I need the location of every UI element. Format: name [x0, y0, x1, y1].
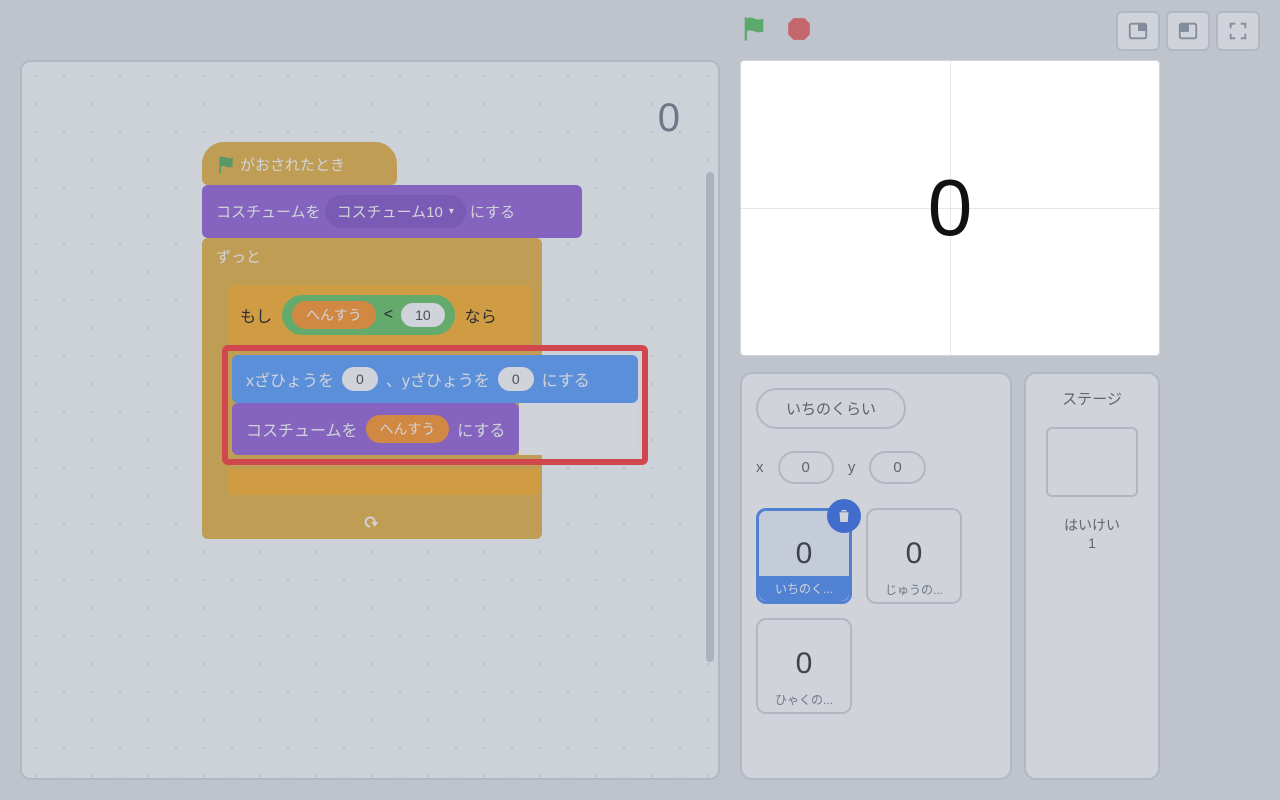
op-symbol: <	[384, 306, 393, 324]
block-go-to-xy[interactable]: xざひょうを 0 、yざひょうを 0 にする	[232, 355, 638, 403]
block-label: xざひょうを	[246, 367, 334, 391]
block-label: にする	[457, 417, 505, 441]
block-label: 、yざひょうを	[386, 367, 490, 391]
x-input[interactable]: 0	[342, 367, 378, 391]
fullscreen-button[interactable]	[1216, 11, 1260, 51]
block-label: コスチュームを	[216, 201, 321, 222]
block-forever[interactable]: ずっと	[202, 238, 542, 275]
block-label: ずっと	[216, 246, 261, 267]
block-label: コスチュームを	[246, 417, 358, 441]
highlight-frame: xざひょうを 0 、yざひょうを 0 にする コスチュームを へんすう にする	[222, 345, 648, 465]
stop-icon[interactable]	[786, 16, 812, 47]
block-if-cap[interactable]	[228, 469, 540, 495]
stage-title: ステージ	[1036, 388, 1148, 409]
y-label: y	[848, 459, 856, 476]
number-input[interactable]: 10	[401, 303, 445, 327]
block-label: にする	[470, 201, 515, 222]
block-label: にする	[542, 367, 590, 391]
x-label: x	[756, 459, 764, 476]
y-value-field[interactable]: 0	[869, 451, 925, 484]
delete-sprite-button[interactable]	[827, 499, 861, 533]
stage-preview[interactable]: 0	[740, 60, 1160, 356]
chevron-down-icon: ▾	[449, 206, 454, 217]
layout-large-stage-button[interactable]	[1166, 11, 1210, 51]
stage-backdrop-thumb[interactable]	[1046, 427, 1138, 497]
stage-sprite-glyph: 0	[928, 162, 973, 254]
block-if-then[interactable]: もし へんすう < 10 なら	[228, 285, 532, 345]
sprite-thumb-label: いちのく...	[759, 576, 849, 601]
block-label: なら	[465, 303, 497, 327]
block-switch-costume-to-var[interactable]: コスチュームを へんすう にする	[232, 403, 519, 455]
green-flag-icon[interactable]	[740, 15, 768, 48]
operator-less-than[interactable]: へんすう < 10	[282, 295, 455, 335]
block-label: もし	[240, 303, 272, 327]
variable-reporter[interactable]: へんすう	[366, 415, 450, 443]
sprite-thumb-glyph: 0	[906, 537, 923, 571]
block-when-flag-clicked[interactable]: がおされたとき	[202, 142, 397, 185]
block-label: がおされたとき	[240, 154, 345, 175]
sprite-thumb-glyph: 0	[796, 537, 813, 571]
x-value-field[interactable]: 0	[778, 451, 834, 484]
loop-arrow-icon	[361, 514, 383, 530]
sprite-thumb-ichi[interactable]: 0 いちのく...	[756, 508, 852, 604]
y-input[interactable]: 0	[498, 367, 534, 391]
sprite-info-panel: いちのくらい x 0 y 0 0 いちのく... 0 じゅうの... 0 ひゃく…	[740, 372, 1012, 780]
block-switch-costume-to[interactable]: コスチュームを コスチューム10 ▾ にする	[202, 185, 582, 238]
sprite-thumb-hyaku[interactable]: 0 ひゃくの...	[756, 618, 852, 714]
backdrop-caption: はいけい	[1036, 515, 1148, 535]
backdrop-count: 1	[1036, 535, 1148, 551]
sprite-thumb-label: ひゃくの...	[758, 687, 850, 712]
sprite-thumb-glyph: 0	[796, 647, 813, 681]
block-forever-cap[interactable]	[202, 505, 542, 539]
sprite-costume-indicator: 0	[658, 96, 680, 141]
sprite-name-field[interactable]: いちのくらい	[756, 388, 906, 429]
layout-small-stage-button[interactable]	[1116, 11, 1160, 51]
workspace-scrollbar[interactable]	[706, 172, 714, 662]
dropdown-value: コスチューム10	[337, 201, 443, 222]
sprite-thumb-juu[interactable]: 0 じゅうの...	[866, 508, 962, 604]
stage-selector-panel: ステージ はいけい 1	[1024, 372, 1160, 780]
sprite-thumb-label: じゅうの...	[868, 577, 960, 602]
script-workspace[interactable]: 0 がおされたとき コスチュームを コスチューム10 ▾ にする ずっと もし	[20, 60, 720, 780]
costume-dropdown[interactable]: コスチューム10 ▾	[325, 195, 466, 228]
variable-reporter[interactable]: へんすう	[292, 301, 376, 329]
